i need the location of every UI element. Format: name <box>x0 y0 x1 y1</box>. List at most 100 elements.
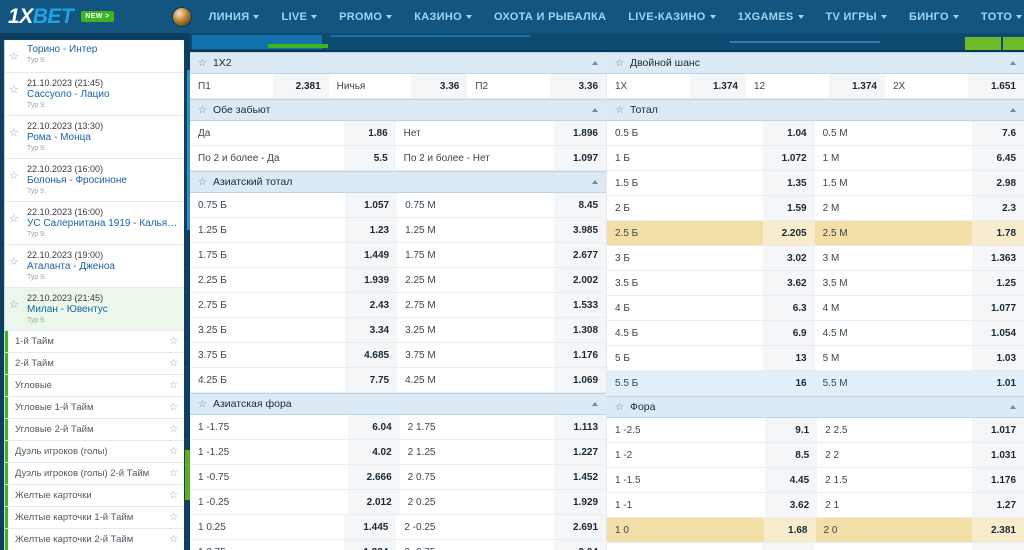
bet-odd-value[interactable]: 1.111 <box>761 543 814 550</box>
nav-item-9[interactable]: TOTO <box>970 11 1024 23</box>
bet-odd-value[interactable]: 1.234 <box>344 540 397 550</box>
bet-odd-value[interactable]: 8.5 <box>765 443 818 467</box>
bet-odd-value[interactable]: 1.069 <box>554 368 606 392</box>
market-group-header[interactable]: ☆ Обе забьют <box>190 99 606 121</box>
bet-odd-value[interactable]: 3.02 <box>762 246 815 270</box>
star-icon[interactable]: ☆ <box>169 468 178 479</box>
bet-option-label[interactable]: 0.5 Б <box>607 121 763 145</box>
bet-odd-value[interactable]: 1.227 <box>554 440 606 464</box>
bet-odd-value[interactable]: 5.5 <box>343 146 396 170</box>
bet-odd-value[interactable]: 1.27 <box>972 493 1024 517</box>
bet-odd-value[interactable]: 3.36 <box>550 74 606 98</box>
sidebar-market-row[interactable]: Дуэль игроков (голы) 2-й Тайм ☆ <box>5 463 184 485</box>
star-icon[interactable]: ☆ <box>615 58 624 69</box>
bet-option-label[interactable]: 2X <box>885 74 968 98</box>
sidebar-match-name[interactable]: Аталанта - Дженоа <box>27 261 178 273</box>
bet-odd-value[interactable]: 2.381 <box>272 74 329 98</box>
nav-item-5[interactable]: LIVE-КАЗИНО <box>617 11 726 23</box>
bet-option-label[interactable]: 4 М <box>815 296 972 320</box>
star-icon[interactable]: ☆ <box>198 58 207 69</box>
chevron-up-icon[interactable] <box>1010 108 1016 112</box>
bet-odd-value[interactable]: 2.205 <box>762 221 815 245</box>
star-icon[interactable]: ☆ <box>9 85 23 96</box>
bet-option-label[interactable]: 4.25 Б <box>190 368 345 392</box>
sidebar-market-row[interactable]: Желтые карточки 1-й Тайм ☆ <box>5 507 184 529</box>
market-group-header[interactable]: ☆ Азиатская фора <box>190 393 606 415</box>
star-icon[interactable]: ☆ <box>169 534 178 545</box>
bet-odd-value[interactable]: 1.23 <box>345 218 398 242</box>
star-icon[interactable]: ☆ <box>615 105 624 116</box>
bet-option-label[interactable]: 0.75 Б <box>190 193 345 217</box>
globe-icon[interactable] <box>171 6 192 27</box>
nav-item-2[interactable]: PROMO <box>328 11 403 23</box>
bet-option-label[interactable]: 1 -1 <box>607 493 765 517</box>
bet-odd-value[interactable]: 4.685 <box>345 343 398 367</box>
bet-option-label[interactable]: 2.75 Б <box>190 293 345 317</box>
bet-option-label[interactable]: 2 1.5 <box>817 468 972 492</box>
sidebar-match-row[interactable]: ☆ 22.10.2023 (16:00) УС Салернитана 1919 -… <box>5 202 184 245</box>
star-icon[interactable]: ☆ <box>169 424 178 435</box>
bet-odd-value[interactable]: 1.363 <box>972 246 1024 270</box>
bet-odd-value[interactable]: 2.43 <box>345 293 398 317</box>
secondary-bar-green-button-2[interactable] <box>1003 37 1024 50</box>
bet-odd-value[interactable]: 1.25 <box>972 271 1024 295</box>
chevron-up-icon[interactable] <box>1010 405 1016 409</box>
bet-odd-value[interactable]: 1.04 <box>762 121 815 145</box>
bet-odd-value[interactable]: 2.3 <box>972 196 1024 220</box>
chevron-up-icon[interactable] <box>1010 61 1016 65</box>
bet-option-label[interactable]: 2 1 <box>817 493 972 517</box>
bet-option-label[interactable]: 2 0.75 <box>400 465 554 489</box>
sidebar-market-row[interactable]: Угловые 2-й Тайм ☆ <box>5 419 184 441</box>
bet-odd-value[interactable]: 7.75 <box>345 368 398 392</box>
bet-odd-value[interactable]: 1.017 <box>972 418 1024 442</box>
sidebar-match-name[interactable]: УС Салернитана 1919 - Кальяри <box>27 218 178 230</box>
bet-option-label[interactable]: По 2 и более - Да <box>190 146 344 170</box>
bet-option-label[interactable]: 5 М <box>815 346 972 370</box>
market-group-header[interactable]: ☆ Фора <box>607 396 1024 418</box>
bet-option-label[interactable]: 3 Б <box>607 246 763 270</box>
star-icon[interactable]: ☆ <box>9 300 23 311</box>
bet-option-label[interactable]: 2 М <box>815 196 972 220</box>
nav-item-7[interactable]: TV ИГРЫ <box>815 11 898 23</box>
bet-option-label[interactable]: 0.75 М <box>397 193 554 217</box>
new-badge[interactable]: NEW > <box>81 11 114 22</box>
chevron-up-icon[interactable] <box>592 180 598 184</box>
nav-item-8[interactable]: БИНГО <box>898 11 970 23</box>
sidebar-market-row[interactable]: Желтые карточки ☆ <box>5 485 184 507</box>
bet-odd-value[interactable]: 1.533 <box>554 293 606 317</box>
bet-option-label[interactable]: 5.5 М <box>814 371 973 395</box>
bet-odd-value[interactable]: 1.59 <box>762 196 815 220</box>
nav-item-4[interactable]: ОХОТА И РЫБАЛКА <box>483 11 617 23</box>
bet-option-label[interactable]: П2 <box>467 74 550 98</box>
bet-odd-value[interactable]: 6.9 <box>762 321 815 345</box>
bet-odd-value[interactable]: 1.374 <box>829 74 885 98</box>
sidebar-match-row[interactable]: ☆ 22.10.2023 (21:45) Милан - Ювентус Тур 9. <box>5 288 184 331</box>
bet-option-label[interactable]: 2.25 Б <box>190 268 345 292</box>
bet-odd-value[interactable]: 1.929 <box>554 490 606 514</box>
bet-option-label[interactable]: 1 -0.75 <box>190 465 348 489</box>
sidebar-market-row[interactable]: 1-й Тайм ☆ <box>5 331 184 353</box>
bet-odd-value[interactable]: 13 <box>762 346 815 370</box>
bet-odd-value[interactable]: 4.02 <box>347 440 400 464</box>
bet-odd-value[interactable]: 6.04 <box>347 415 400 439</box>
star-icon[interactable]: ☆ <box>169 402 178 413</box>
sidebar-match-row[interactable]: ☆ 22.10.2023 (19:00) Аталанта - Дженоа Тур … <box>5 245 184 288</box>
sidebar-match-name[interactable]: Болонья - Фросиноне <box>27 175 178 187</box>
bet-option-label[interactable]: 1 -1.25 <box>190 440 348 464</box>
star-icon[interactable]: ☆ <box>169 358 178 369</box>
bet-option-label[interactable]: 2 0 <box>815 518 972 542</box>
bet-option-label[interactable]: 4.5 М <box>815 321 972 345</box>
bet-option-label[interactable]: 3.75 Б <box>190 343 345 367</box>
bet-odd-value[interactable]: 2.381 <box>972 518 1024 542</box>
bet-option-label[interactable]: 1.25 М <box>397 218 554 242</box>
star-icon[interactable]: ☆ <box>169 336 178 347</box>
bet-option-label[interactable]: 1.5 Б <box>607 171 763 195</box>
bet-option-label[interactable]: 1 М <box>815 146 972 170</box>
bet-option-label[interactable]: 1 -2.5 <box>607 418 765 442</box>
bet-option-label[interactable]: 3 М <box>815 246 972 270</box>
bet-odd-value[interactable]: 1.651 <box>968 74 1024 98</box>
sidebar-match-row[interactable]: ☆ 21.10.2023 (21:45) Сассуоло - Лацио Тур 9… <box>5 73 184 116</box>
bet-option-label[interactable]: По 2 и более - Нет <box>396 146 554 170</box>
star-icon[interactable]: ☆ <box>9 52 23 63</box>
sidebar-match-name[interactable]: Милан - Ювентус <box>27 304 178 316</box>
